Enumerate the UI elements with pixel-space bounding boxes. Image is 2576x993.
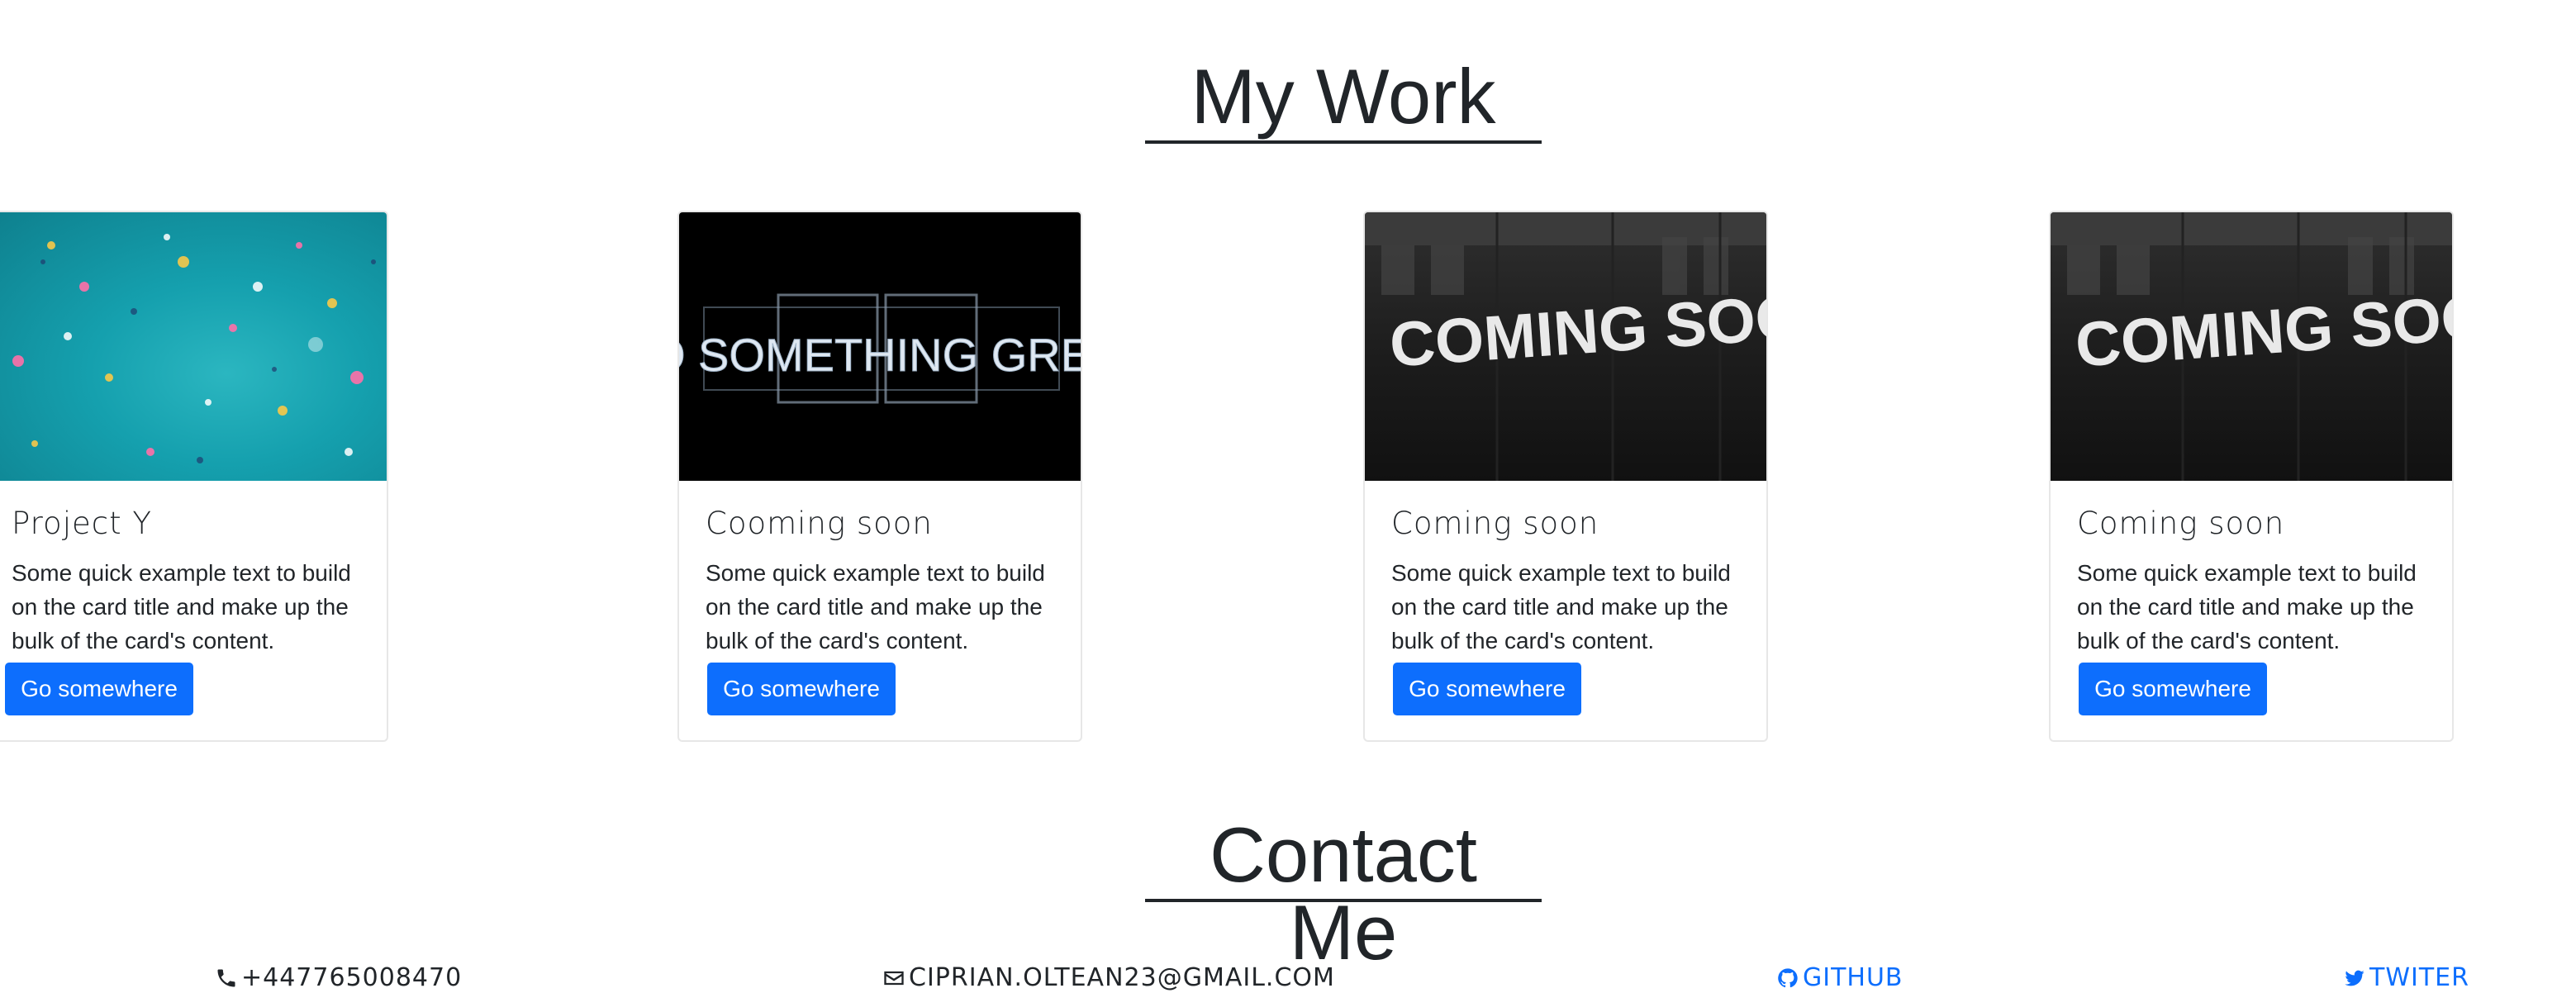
envelope-icon (884, 971, 904, 985)
go-somewhere-button[interactable]: Go somewhere (707, 663, 896, 715)
heading-underline (1145, 899, 1542, 902)
project-card: DO SOMETHING GREAT Cooming soon Some qui… (677, 211, 1082, 742)
email-contact[interactable]: CIPRIAN.OLTEAN23@GMAIL.COM (882, 963, 1335, 992)
twitter-link[interactable]: TWITER (2343, 963, 2469, 992)
card-body: Coming soon Some quick example text to b… (1391, 506, 1755, 658)
phone-icon (217, 969, 235, 986)
twitter-icon (2345, 970, 2365, 986)
card-title: Cooming soon (706, 506, 933, 541)
card-image: COMING SOON (2051, 212, 2452, 481)
email-label: CIPRIAN.OLTEAN23@GMAIL.COM (909, 963, 1335, 992)
project-card: COMING SOON Coming soon Some quick examp… (2049, 211, 2454, 742)
heading-underline (1145, 140, 1542, 144)
twitter-label: TWITER (2369, 963, 2469, 992)
project-card: COMING SOON Coming soon Some quick examp… (1363, 211, 1768, 742)
contact-me-heading: Contact Me (1145, 816, 1542, 972)
card-text: Some quick example text to build on the … (1391, 560, 1731, 653)
card-image: COMING SOON (1365, 212, 1766, 481)
card-title: Coming soon (1391, 506, 1599, 541)
github-icon (1778, 967, 1798, 987)
phone-contact[interactable]: +447765008470 (215, 963, 462, 992)
go-somewhere-button[interactable]: Go somewhere (2079, 663, 2267, 715)
github-link[interactable]: GITHUB (1776, 963, 1903, 992)
project-card: Project Y Some quick example text to bui… (0, 211, 388, 742)
github-label: GITHUB (1803, 963, 1903, 992)
card-body: Cooming soon Some quick example text to … (706, 506, 1069, 658)
card-text: Some quick example text to build on the … (2077, 560, 2417, 653)
card-body: Project Y Some quick example text to bui… (12, 506, 375, 658)
card-title: Coming soon (2077, 506, 2285, 541)
card-image (0, 212, 387, 481)
my-work-heading-text: My Work (1191, 53, 1496, 140)
contact-me-heading-text: Contact Me (1210, 811, 1477, 976)
neon-sign-text: DO SOMETHING GREAT (679, 329, 1081, 381)
phone-label: +447765008470 (241, 963, 463, 992)
card-title: Project Y (12, 506, 152, 541)
card-text: Some quick example text to build on the … (706, 560, 1045, 653)
card-text: Some quick example text to build on the … (12, 560, 351, 653)
my-work-heading: My Work (1145, 58, 1542, 144)
card-body: Coming soon Some quick example text to b… (2077, 506, 2441, 658)
card-image: DO SOMETHING GREAT (679, 212, 1081, 481)
go-somewhere-button[interactable]: Go somewhere (1393, 663, 1581, 715)
go-somewhere-button[interactable]: Go somewhere (5, 663, 193, 715)
